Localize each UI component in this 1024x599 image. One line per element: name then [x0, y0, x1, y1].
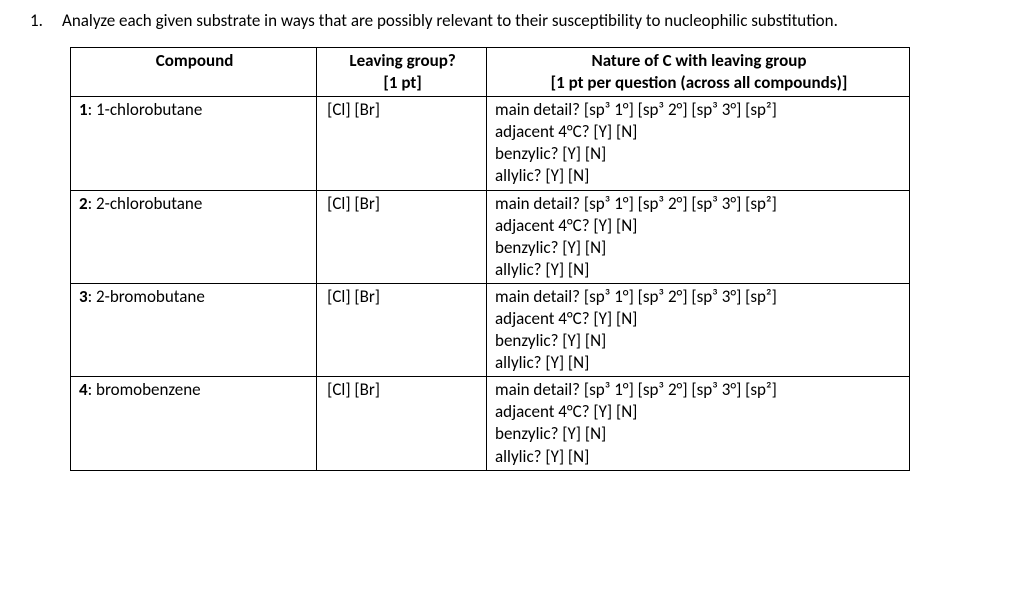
compound-cell: 2: 2-chlorobutane: [71, 190, 317, 283]
header-leaving-line2: [1 pt]: [383, 72, 421, 93]
nature-cell[interactable]: main detail? [sp³ 1°] [sp³ 2°] [sp³ 3°] …: [487, 377, 910, 470]
nature-cell[interactable]: main detail? [sp³ 1°] [sp³ 2°] [sp³ 3°] …: [487, 97, 910, 190]
question-block: 1. Analyze each given substrate in ways …: [30, 10, 994, 33]
table-row: 1: 1-chlorobutane [Cl] [Br] main detail?…: [71, 97, 910, 190]
adjacent-option[interactable]: adjacent 4°C? [Y] [N]: [495, 121, 637, 142]
row-number: 1: [79, 99, 88, 120]
analysis-table: Compound Leaving group? [1 pt] Nature of…: [70, 47, 910, 471]
header-leaving-group: Leaving group? [1 pt]: [317, 47, 487, 96]
main-detail-option[interactable]: main detail? [sp³ 1°] [sp³ 2°] [sp³ 3°] …: [495, 99, 777, 120]
row-name: : 2-chlorobutane: [88, 193, 203, 214]
row-name: : bromobenzene: [88, 379, 201, 400]
row-name: : 2-bromobutane: [88, 286, 205, 307]
adjacent-option[interactable]: adjacent 4°C? [Y] [N]: [495, 215, 637, 236]
row-name: : 1-chlorobutane: [88, 99, 203, 120]
question-text: Analyze each given substrate in ways tha…: [62, 10, 838, 33]
benzylic-option[interactable]: benzylic? [Y] [N]: [495, 423, 606, 444]
header-compound-text: Compound: [156, 50, 234, 71]
header-compound: Compound: [71, 47, 317, 96]
main-detail-option[interactable]: main detail? [sp³ 1°] [sp³ 2°] [sp³ 3°] …: [495, 286, 777, 307]
table-row: 4: bromobenzene [Cl] [Br] main detail? […: [71, 377, 910, 470]
benzylic-option[interactable]: benzylic? [Y] [N]: [495, 143, 606, 164]
benzylic-option[interactable]: benzylic? [Y] [N]: [495, 330, 606, 351]
header-nature: Nature of C with leaving group [1 pt per…: [487, 47, 910, 96]
allylic-option[interactable]: allylic? [Y] [N]: [495, 165, 589, 186]
adjacent-option[interactable]: adjacent 4°C? [Y] [N]: [495, 401, 637, 422]
header-leaving-line1: Leaving group?: [349, 50, 455, 71]
table-row: 3: 2-bromobutane [Cl] [Br] main detail? …: [71, 283, 910, 376]
leaving-group-cell[interactable]: [Cl] [Br]: [317, 283, 487, 376]
header-nature-line2: [1 pt per question (across all compounds…: [551, 72, 848, 93]
row-number: 4: [79, 379, 88, 400]
leaving-group-cell[interactable]: [Cl] [Br]: [317, 190, 487, 283]
allylic-option[interactable]: allylic? [Y] [N]: [495, 352, 589, 373]
main-detail-option[interactable]: main detail? [sp³ 1°] [sp³ 2°] [sp³ 3°] …: [495, 379, 777, 400]
row-number: 3: [79, 286, 88, 307]
leaving-group-cell[interactable]: [Cl] [Br]: [317, 97, 487, 190]
nature-cell[interactable]: main detail? [sp³ 1°] [sp³ 2°] [sp³ 3°] …: [487, 283, 910, 376]
page: 1. Analyze each given substrate in ways …: [0, 0, 1024, 491]
table-header-row: Compound Leaving group? [1 pt] Nature of…: [71, 47, 910, 96]
benzylic-option[interactable]: benzylic? [Y] [N]: [495, 237, 606, 258]
header-nature-line1: Nature of C with leaving group: [592, 50, 807, 71]
compound-cell: 1: 1-chlorobutane: [71, 97, 317, 190]
allylic-option[interactable]: allylic? [Y] [N]: [495, 259, 589, 280]
nature-cell[interactable]: main detail? [sp³ 1°] [sp³ 2°] [sp³ 3°] …: [487, 190, 910, 283]
compound-cell: 4: bromobenzene: [71, 377, 317, 470]
compound-cell: 3: 2-bromobutane: [71, 283, 317, 376]
table-row: 2: 2-chlorobutane [Cl] [Br] main detail?…: [71, 190, 910, 283]
main-detail-option[interactable]: main detail? [sp³ 1°] [sp³ 2°] [sp³ 3°] …: [495, 193, 777, 214]
leaving-group-cell[interactable]: [Cl] [Br]: [317, 377, 487, 470]
adjacent-option[interactable]: adjacent 4°C? [Y] [N]: [495, 308, 637, 329]
row-number: 2: [79, 193, 88, 214]
question-number: 1.: [30, 10, 48, 31]
allylic-option[interactable]: allylic? [Y] [N]: [495, 446, 589, 467]
